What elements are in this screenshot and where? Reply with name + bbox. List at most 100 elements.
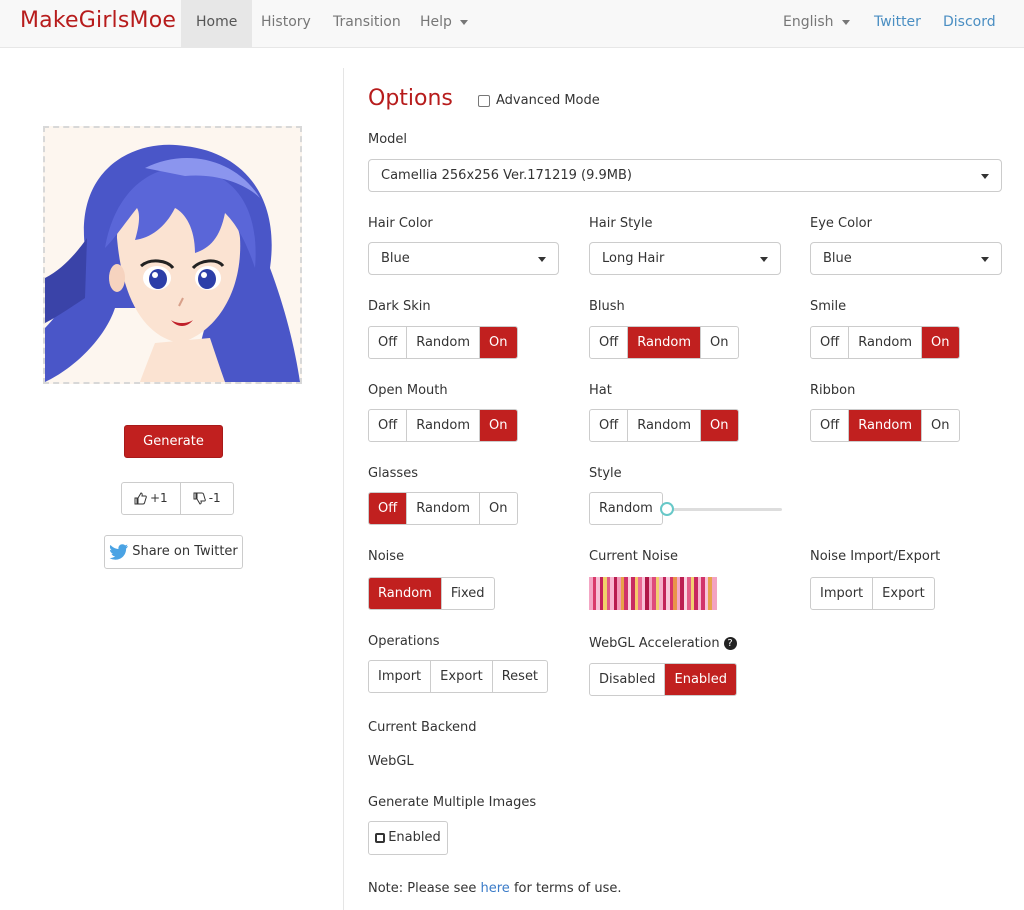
advanced-mode-checkbox[interactable] — [478, 94, 490, 107]
hat-toggle-group: Off Random On — [589, 409, 739, 442]
chevron-down-icon — [841, 19, 850, 25]
webgl-acceleration-label-row: WebGL Acceleration? — [589, 636, 737, 651]
eye-color-label: Eye Color — [810, 216, 872, 231]
model-select[interactable]: Camellia 256x256 Ver.171219 (9.9MB) — [368, 159, 1002, 192]
nav-home[interactable]: Home — [181, 0, 253, 47]
smile-random-button[interactable]: Random — [848, 327, 921, 358]
hair-style-label: Hair Style — [589, 216, 653, 231]
panel-divider — [343, 68, 344, 910]
webgl-disabled-button[interactable]: Disabled — [590, 664, 664, 695]
advanced-mode-toggle[interactable]: Advanced Mode — [478, 93, 600, 108]
noise-fixed-button[interactable]: Fixed — [440, 578, 494, 609]
dark-skin-random-button[interactable]: Random — [406, 327, 479, 358]
style-slider-track[interactable] — [662, 508, 782, 511]
share-twitter-button[interactable]: Share on Twitter — [104, 535, 243, 569]
brand-logo[interactable]: MakeGirlsMoe — [20, 8, 176, 33]
multiple-images-label: Generate Multiple Images — [368, 795, 537, 810]
noise-import-export-group: Import Export — [810, 577, 935, 610]
noise-random-button[interactable]: Random — [369, 578, 441, 609]
hair-color-label: Hair Color — [368, 216, 433, 231]
noise-import-export-label: Noise Import/Export — [810, 549, 941, 564]
operations-export-button[interactable]: Export — [430, 661, 492, 692]
smile-label: Smile — [810, 299, 847, 314]
smile-on-button[interactable]: On — [921, 327, 959, 358]
operations-group: Import Export Reset — [368, 660, 549, 693]
smile-off-button[interactable]: Off — [811, 327, 848, 358]
chevron-down-icon — [981, 257, 989, 262]
dark-skin-on-button[interactable]: On — [479, 327, 517, 358]
ribbon-toggle-group: Off Random On — [810, 409, 960, 442]
open-mouth-on-button[interactable]: On — [479, 410, 517, 441]
twitter-bird-icon — [109, 544, 129, 560]
eye-color-value: Blue — [823, 251, 852, 266]
ribbon-label: Ribbon — [810, 383, 856, 398]
hat-on-button[interactable]: On — [700, 410, 738, 441]
glasses-label: Glasses — [368, 466, 418, 481]
terms-note: Note: Please see here for terms of use. — [368, 881, 622, 896]
glasses-off-button[interactable]: Off — [369, 493, 407, 524]
style-random-group: Random — [589, 492, 663, 525]
style-label: Style — [589, 466, 622, 481]
style-random-button[interactable]: Random — [590, 493, 662, 524]
noise-export-button[interactable]: Export — [872, 578, 934, 609]
blush-label: Blush — [589, 299, 625, 314]
model-select-value: Camellia 256x256 Ver.171219 (9.9MB) — [381, 168, 632, 183]
eye-color-select[interactable]: Blue — [810, 242, 1002, 275]
multiple-images-toggle-button[interactable]: Enabled — [368, 821, 448, 855]
question-circle-icon[interactable]: ? — [723, 637, 737, 650]
chevron-down-icon — [981, 174, 989, 179]
blush-random-button[interactable]: Random — [627, 327, 701, 358]
generate-button[interactable]: Generate — [124, 425, 223, 458]
model-label: Model — [368, 132, 408, 147]
blush-on-button[interactable]: On — [700, 327, 737, 358]
ribbon-off-button[interactable]: Off — [811, 410, 848, 441]
terms-link[interactable]: here — [481, 881, 510, 896]
nav-history[interactable]: History — [246, 0, 326, 47]
open-mouth-off-button[interactable]: Off — [369, 410, 406, 441]
terms-note-prefix: Note: Please see — [368, 881, 481, 896]
advanced-mode-label: Advanced Mode — [496, 93, 600, 108]
nav-transition[interactable]: Transition — [318, 0, 416, 47]
glasses-random-button[interactable]: Random — [406, 493, 479, 524]
nav-help-label: Help — [420, 14, 452, 30]
noise-toggle-group: Random Fixed — [368, 577, 495, 610]
hair-color-value: Blue — [381, 251, 410, 266]
dark-skin-off-button[interactable]: Off — [369, 327, 406, 358]
downvote-button[interactable]: -1 — [179, 483, 233, 514]
operations-reset-button[interactable]: Reset — [491, 661, 547, 692]
webgl-enabled-button[interactable]: Enabled — [664, 664, 737, 695]
hat-label: Hat — [589, 383, 612, 398]
hat-random-button[interactable]: Random — [627, 410, 700, 441]
checkbox-icon — [375, 833, 386, 843]
nav-discord-link[interactable]: Discord — [928, 0, 1011, 47]
thumbs-up-icon — [134, 492, 147, 505]
open-mouth-random-button[interactable]: Random — [406, 410, 479, 441]
vote-button-group: +1 -1 — [121, 482, 234, 515]
glasses-toggle-group: Off Random On — [368, 492, 518, 525]
downvote-label: -1 — [208, 491, 221, 505]
nav-help-dropdown[interactable]: Help — [405, 0, 483, 47]
current-noise-label: Current Noise — [589, 549, 679, 564]
blush-off-button[interactable]: Off — [590, 327, 627, 358]
share-twitter-label: Share on Twitter — [132, 544, 238, 559]
glasses-on-button[interactable]: On — [479, 493, 516, 524]
ribbon-random-button[interactable]: Random — [848, 410, 922, 441]
style-slider-handle[interactable] — [660, 502, 674, 516]
current-noise-visualization — [589, 577, 717, 610]
generated-image — [43, 126, 302, 384]
dark-skin-toggle-group: Off Random On — [368, 326, 518, 359]
anime-portrait-image — [45, 128, 300, 382]
ribbon-on-button[interactable]: On — [921, 410, 958, 441]
options-title: Options — [368, 86, 453, 111]
webgl-toggle-group: Disabled Enabled — [589, 663, 738, 696]
chevron-down-icon — [459, 19, 468, 25]
open-mouth-label: Open Mouth — [368, 383, 448, 398]
hair-style-select[interactable]: Long Hair — [589, 242, 781, 275]
hat-off-button[interactable]: Off — [590, 410, 627, 441]
nav-language-dropdown[interactable]: English — [768, 0, 865, 47]
upvote-button[interactable]: +1 — [122, 483, 180, 514]
hair-color-select[interactable]: Blue — [368, 242, 559, 275]
nav-twitter-link[interactable]: Twitter — [859, 0, 936, 47]
noise-import-button[interactable]: Import — [811, 578, 872, 609]
operations-import-button[interactable]: Import — [369, 661, 430, 692]
